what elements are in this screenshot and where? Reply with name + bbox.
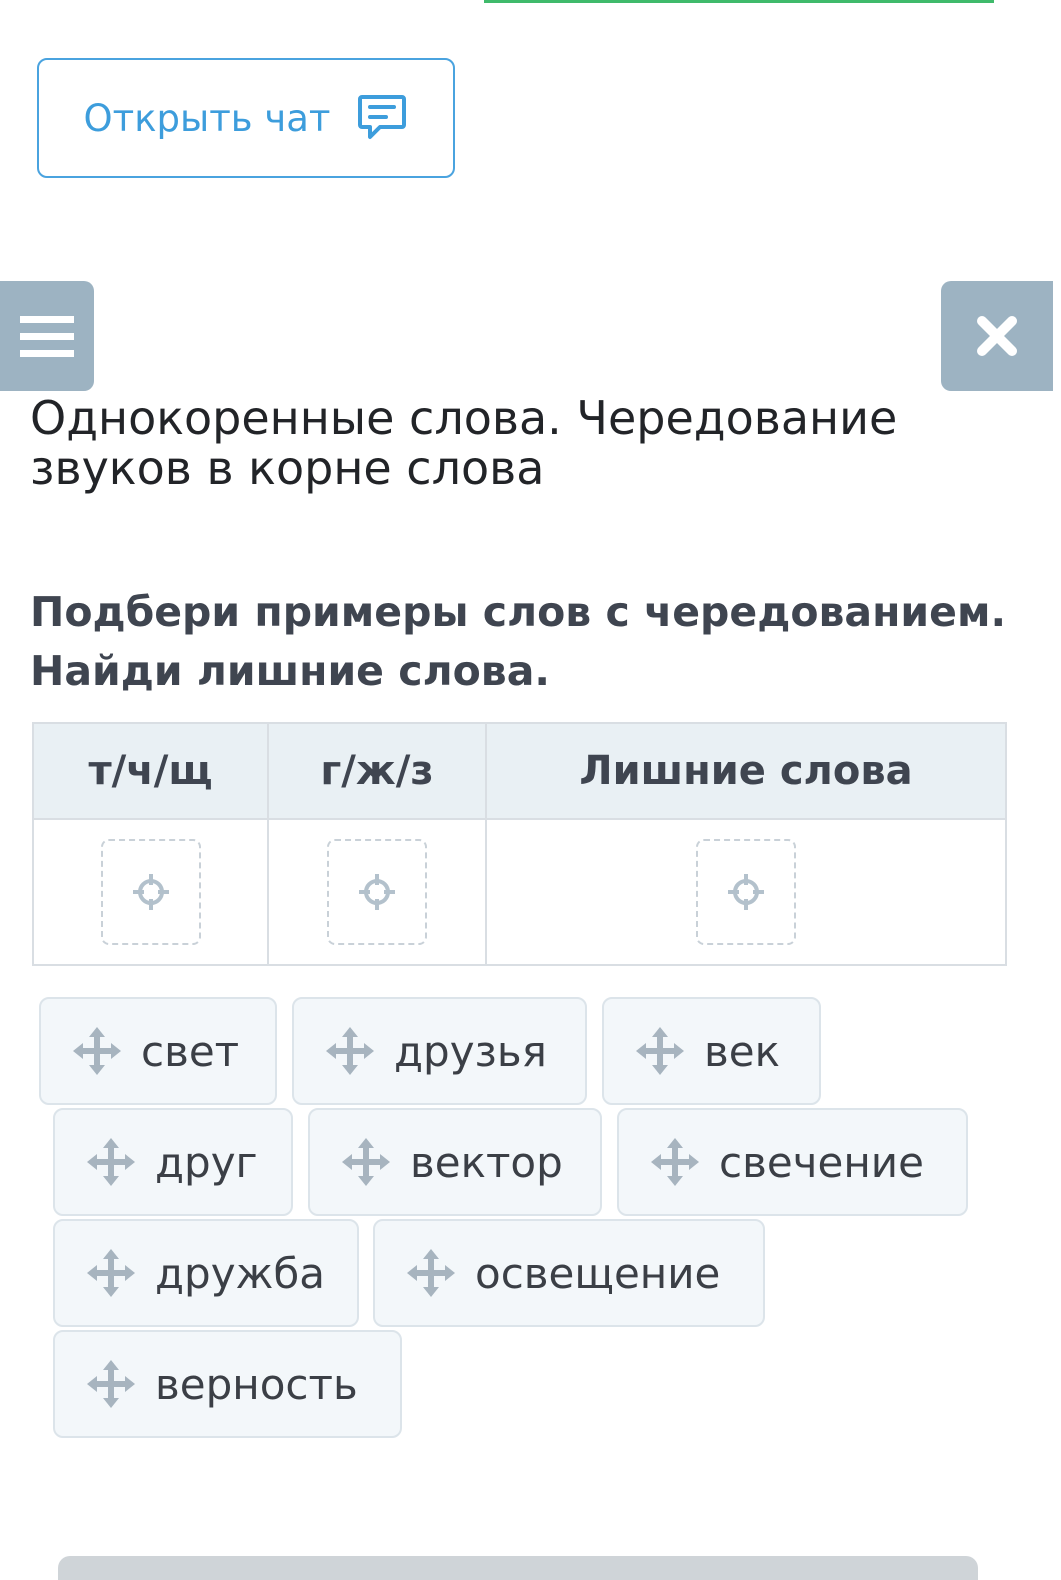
move-icon [87, 1360, 135, 1408]
word-chip[interactable]: верность [53, 1330, 402, 1438]
move-icon [651, 1138, 699, 1186]
close-button[interactable] [941, 281, 1053, 391]
word-chip[interactable]: свет [39, 997, 277, 1105]
drop-zone-t-ch-shch[interactable] [100, 839, 201, 945]
word-chip[interactable]: освещение [373, 1219, 765, 1327]
word-chip[interactable]: друг [53, 1108, 293, 1216]
task-line-1: Подбери примеры слов с чередованием. [30, 588, 1007, 636]
hamburger-icon [20, 316, 74, 357]
word-chip[interactable]: век [602, 997, 821, 1105]
word-chip-label: верность [155, 1359, 358, 1409]
word-chip-label: вектор [410, 1137, 563, 1187]
open-chat-button[interactable]: Открыть чат [37, 58, 455, 178]
column-header-t-ch-shch: т/ч/щ [32, 722, 269, 820]
word-chip[interactable]: друзья [292, 997, 587, 1105]
menu-button[interactable] [0, 281, 94, 391]
task-line-2: Найди лишние слова. [30, 647, 550, 695]
word-chip[interactable]: дружба [53, 1219, 359, 1327]
open-chat-label: Открыть чат [83, 96, 331, 140]
column-header-g-zh-z: г/ж/з [267, 722, 487, 820]
word-chip-label: друг [155, 1137, 258, 1187]
word-chip-label: освещение [475, 1248, 721, 1298]
task-instruction: Подбери примеры слов с чередованием. Най… [30, 583, 1030, 701]
bottom-scroll-bar[interactable] [58, 1556, 978, 1580]
column-header-extra-words: Лишние слова [485, 722, 1007, 820]
close-icon [977, 316, 1017, 356]
move-icon [87, 1138, 135, 1186]
drop-cell-g-zh-z [267, 818, 487, 966]
move-icon [407, 1249, 455, 1297]
progress-line [484, 0, 994, 3]
target-icon [359, 874, 395, 910]
move-icon [326, 1027, 374, 1075]
move-icon [636, 1027, 684, 1075]
word-chip-label: век [704, 1026, 780, 1076]
target-icon [132, 874, 169, 910]
chat-icon [358, 95, 407, 139]
page-title: Однокоренные слова. Чередование звуков в… [30, 391, 898, 495]
drop-cell-extra-words [485, 818, 1007, 966]
word-chip[interactable]: свечение [617, 1108, 968, 1216]
move-icon [342, 1138, 390, 1186]
drop-zone-extra-words[interactable] [696, 839, 796, 945]
word-chip-label: свечение [719, 1137, 924, 1187]
drop-zone-g-zh-z[interactable] [327, 839, 427, 945]
move-icon [73, 1027, 121, 1075]
word-chip-label: свет [141, 1026, 240, 1076]
word-chip-label: дружба [155, 1248, 326, 1298]
word-chip[interactable]: вектор [308, 1108, 602, 1216]
target-icon [728, 874, 764, 910]
drop-cell-t-ch-shch [32, 818, 269, 966]
sorting-table: т/ч/щ г/ж/з Лишние слова [32, 722, 1007, 966]
move-icon [87, 1249, 135, 1297]
word-chip-label: друзья [394, 1026, 547, 1076]
